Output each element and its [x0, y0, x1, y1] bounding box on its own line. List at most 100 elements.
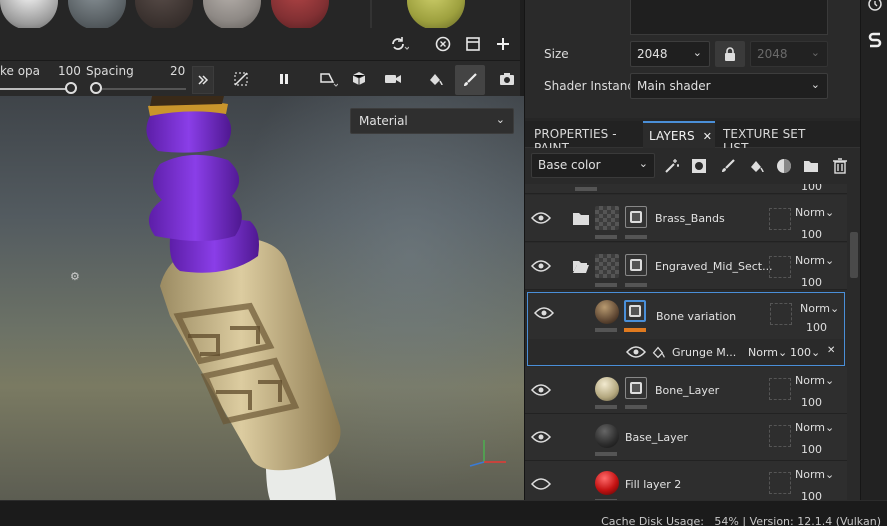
layer-row[interactable]: Bone_Layer Norm⌄ 100: [525, 367, 847, 414]
layer-blend-mode[interactable]: Norm⌄: [795, 206, 834, 219]
add-icon[interactable]: [492, 33, 514, 55]
shelf-material-brown[interactable]: [135, 0, 193, 28]
visibility-eye-icon[interactable]: [531, 383, 551, 397]
shelf-material-white[interactable]: [0, 0, 58, 28]
fill-bucket-icon: [652, 346, 665, 359]
panel-tabs: PROPERTIES - PAINT LAYERS✕ TEXTURE SET L…: [525, 121, 861, 155]
layer-row[interactable]: Engraved_Mid_Sect... Norm⌄ 100: [525, 243, 847, 290]
layer-row-selected[interactable]: Bone variation Norm⌄ 100 Grunge M... Nor…: [527, 292, 845, 366]
refresh-icon[interactable]: [388, 33, 410, 55]
size-value: 2048: [637, 47, 668, 61]
tab-properties-paint[interactable]: PROPERTIES - PAINT: [534, 121, 646, 155]
layer-blend-mode[interactable]: Norm⌄: [795, 254, 834, 267]
size-label: Size: [544, 47, 569, 61]
layer-blend-mode[interactable]: Norm⌄: [795, 374, 834, 387]
layer-thumbnail: [595, 254, 619, 278]
layer-scrollbar[interactable]: [847, 184, 861, 500]
layer-thumb-slot: [769, 378, 791, 400]
layer-row-partial: 100: [525, 184, 847, 194]
layer-blend-mode[interactable]: Norm⌄: [800, 302, 839, 315]
visibility-eye-hidden-icon[interactable]: [531, 477, 551, 491]
visibility-eye-icon[interactable]: [626, 345, 646, 359]
layer-opacity[interactable]: 100: [801, 490, 822, 500]
channel-value: Base color: [538, 158, 601, 172]
layer-opacity[interactable]: 100: [801, 276, 822, 289]
add-effect-icon[interactable]: [661, 155, 683, 177]
shelf-material-light[interactable]: [203, 0, 261, 28]
stroke-opacity-slider-knob[interactable]: [65, 82, 77, 94]
shelf-s-icon[interactable]: [866, 30, 884, 48]
layer-thumbnail: [595, 471, 619, 495]
layer-row[interactable]: Base_Layer Norm⌄ 100: [525, 414, 847, 461]
shader-instance-dropdown[interactable]: Main shader ⌄: [630, 73, 828, 99]
channel-dropdown[interactable]: Base color ⌄: [531, 153, 655, 178]
lock-icon: [725, 47, 735, 61]
effect-name: Grunge M...: [672, 346, 737, 359]
shelf-material-gray[interactable]: [68, 0, 126, 28]
screenshot-camera-icon[interactable]: [496, 68, 518, 90]
layer-underline: [625, 235, 647, 239]
layer-mask[interactable]: [625, 254, 647, 276]
layer-opacity[interactable]: 100: [801, 228, 822, 241]
shelf-material-olive[interactable]: [407, 0, 465, 28]
frame-icon[interactable]: [462, 33, 484, 55]
layer-thumbnail: [595, 424, 619, 448]
add-mask-icon[interactable]: [688, 155, 710, 177]
spacing-slider-knob[interactable]: [90, 82, 102, 94]
size-lock-button[interactable]: [715, 41, 745, 67]
add-folder-icon[interactable]: [800, 155, 822, 177]
effect-row[interactable]: Grunge M... Norm⌄ 100⌄ ✕: [528, 339, 844, 365]
layer-mask-selected[interactable]: [624, 300, 646, 322]
visibility-eye-icon[interactable]: [531, 430, 551, 444]
visibility-eye-icon[interactable]: [531, 211, 551, 225]
folder-open-icon: [573, 261, 589, 273]
layer-blend-mode[interactable]: Norm⌄: [795, 468, 834, 481]
more-tools-icon[interactable]: [192, 66, 214, 94]
visibility-eye-icon[interactable]: [534, 306, 554, 320]
effect-close-icon[interactable]: ✕: [827, 345, 835, 356]
effect-blend-mode[interactable]: Norm⌄: [748, 346, 787, 359]
effect-opacity[interactable]: 100⌄: [790, 346, 820, 359]
layer-blend-mode[interactable]: Norm⌄: [795, 421, 834, 434]
add-fill-layer-icon[interactable]: [745, 155, 767, 177]
layer-row[interactable]: Fill layer 2 Norm⌄ 100: [525, 461, 847, 500]
shelf-material-red[interactable]: [271, 0, 329, 28]
scrollbar-thumb[interactable]: [850, 232, 858, 278]
clock-icon[interactable]: [867, 0, 883, 14]
visibility-eye-icon[interactable]: [531, 259, 551, 273]
pause-icon[interactable]: [273, 68, 295, 90]
delete-trash-icon[interactable]: [829, 155, 851, 177]
layer-row[interactable]: Brass_Bands Norm⌄ 100: [525, 195, 847, 242]
layer-mask[interactable]: [625, 206, 647, 228]
layer-name: Engraved_Mid_Sect...: [655, 260, 773, 273]
projection-icon[interactable]: [317, 68, 339, 90]
display-mode-value: Material: [359, 114, 408, 128]
add-paint-layer-icon[interactable]: [717, 155, 739, 177]
layer-opacity[interactable]: 100: [801, 396, 822, 409]
layer-opacity[interactable]: 100: [801, 443, 822, 456]
paint-brush-icon[interactable]: [455, 65, 485, 95]
camera-video-icon[interactable]: [382, 68, 404, 90]
layer-underline: [595, 452, 617, 456]
layer-opacity: 100: [801, 184, 822, 193]
layer-name: Bone_Layer: [655, 384, 720, 397]
size-dropdown[interactable]: 2048 ⌄: [630, 41, 710, 67]
layer-toolbar: Base color ⌄: [525, 148, 861, 184]
smart-material-icon[interactable]: [773, 155, 795, 177]
description-textarea[interactable]: [630, 0, 828, 35]
viewport-toolbar-top: [0, 28, 520, 60]
tab-texture-set-list[interactable]: TEXTURE SET LIST: [723, 121, 823, 155]
painter-window: ke opa 100 Spacing 20 ⚙ Material ⌄ Size …: [0, 0, 887, 526]
bucket-fill-icon[interactable]: [424, 68, 446, 90]
display-mode-dropdown[interactable]: Material ⌄: [350, 108, 514, 134]
layer-opacity[interactable]: 100: [806, 321, 827, 334]
tab-layers[interactable]: LAYERS ✕: [643, 121, 715, 148]
history-icon[interactable]: [432, 33, 454, 55]
hide-overlay-icon[interactable]: [230, 68, 252, 90]
cube-icon[interactable]: [349, 68, 371, 90]
viewport-3d[interactable]: ⚙: [0, 96, 524, 500]
layer-name: Brass_Bands: [655, 212, 725, 225]
chevron-down-icon: ⌄: [495, 113, 505, 126]
close-icon[interactable]: ✕: [703, 130, 712, 143]
layer-mask[interactable]: [625, 377, 647, 399]
